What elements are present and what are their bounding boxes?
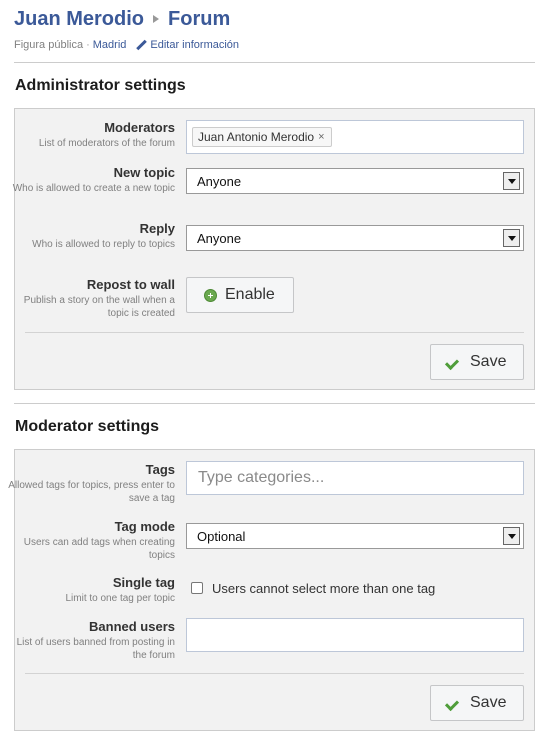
single-tag-checkbox[interactable]	[191, 582, 203, 594]
enable-button-label: Enable	[225, 286, 275, 303]
banned-users-input[interactable]	[186, 618, 524, 652]
single-tag-label-group: Single tag Limit to one tag per topic	[5, 575, 175, 605]
banned-users-desc: List of users banned from posting in the…	[16, 637, 175, 661]
page-subtitle: Figura pública · Madrid Editar informaci…	[14, 38, 534, 52]
repost-desc: Publish a story on the wall when a topic…	[23, 295, 175, 319]
moderator-save-button[interactable]: Save	[430, 685, 524, 721]
breadcrumb: Juan Merodio Forum	[14, 6, 534, 32]
panel-divider	[25, 332, 524, 333]
location-link[interactable]: Madrid	[93, 39, 127, 51]
new-topic-label-group: New topic Who is allowed to create a new…	[5, 165, 175, 195]
reply-label-group: Reply Who is allowed to reply to topics	[5, 221, 175, 251]
admin-settings-panel: Moderators List of moderators of the for…	[13, 108, 535, 390]
dropdown-arrow-icon[interactable]	[503, 229, 520, 247]
tags-label-group: Tags Allowed tags for topics, press ente…	[5, 462, 175, 505]
admin-settings-title: Administrator settings	[15, 77, 186, 94]
tags-placeholder: Type categories...	[198, 469, 325, 486]
moderators-input[interactable]: Juan Antonio Merodio ×	[186, 120, 524, 154]
edit-info-link[interactable]: Editar información	[150, 39, 239, 51]
panel-divider	[25, 673, 524, 674]
banned-users-label-group: Banned users List of users banned from p…	[5, 619, 175, 662]
admin-save-button[interactable]: Save	[430, 344, 524, 380]
reply-desc: Who is allowed to reply to topics	[32, 239, 175, 250]
reply-value: Anyone	[197, 230, 242, 246]
separator-dot: ·	[86, 39, 90, 51]
tag-mode-desc: Users can add tags when creating topics	[23, 537, 175, 561]
moderators-label: Moderators	[104, 120, 175, 135]
single-tag-label: Single tag	[112, 575, 175, 590]
tags-label: Tags	[145, 462, 175, 477]
new-topic-desc: Who is allowed to create a new topic	[12, 183, 175, 194]
tags-desc: Allowed tags for topics, press enter to …	[8, 480, 175, 504]
moderator-token-label: Juan Antonio Merodio	[198, 130, 315, 144]
tag-mode-label-group: Tag mode Users can add tags when creatin…	[5, 519, 175, 562]
moderator-token: Juan Antonio Merodio ×	[192, 127, 332, 147]
page-header: Juan Merodio Forum Figura pública · Madr…	[14, 6, 534, 52]
moderator-settings-title: Moderator settings	[15, 418, 160, 435]
breadcrumb-arrow-icon	[153, 15, 160, 23]
repost-label: Repost to wall	[86, 277, 175, 292]
banned-users-label: Banned users	[89, 619, 175, 634]
single-tag-checkbox-label[interactable]: Users cannot select more than one tag	[212, 581, 435, 596]
new-topic-select[interactable]: Anyone	[186, 168, 524, 194]
tag-mode-label: Tag mode	[114, 519, 175, 534]
remove-token-icon[interactable]: ×	[318, 131, 324, 143]
page-category: Figura pública	[14, 39, 84, 51]
new-topic-label: New topic	[113, 165, 175, 180]
enable-repost-button[interactable]: Enable	[186, 277, 294, 313]
reply-label: Reply	[139, 221, 175, 236]
divider-line	[14, 403, 535, 404]
save-button-label: Save	[470, 694, 507, 711]
repost-label-group: Repost to wall Publish a story on the wa…	[5, 277, 175, 320]
tag-mode-value: Optional	[197, 528, 246, 544]
save-button-label: Save	[470, 353, 507, 370]
page-name-link[interactable]: Juan Merodio	[14, 8, 144, 31]
checkmark-icon	[447, 356, 461, 368]
checkmark-icon	[447, 697, 461, 709]
plus-icon	[204, 288, 217, 302]
dropdown-arrow-icon[interactable]	[503, 172, 520, 190]
divider-line	[14, 62, 535, 63]
tag-mode-select[interactable]: Optional	[186, 523, 524, 549]
dropdown-arrow-icon[interactable]	[503, 527, 520, 545]
moderators-desc: List of moderators of the forum	[38, 138, 175, 149]
tags-input[interactable]: Type categories...	[186, 461, 524, 495]
page-title: Forum	[168, 7, 231, 30]
pencil-icon	[136, 40, 147, 51]
moderators-label-group: Moderators List of moderators of the for…	[5, 120, 175, 150]
reply-select[interactable]: Anyone	[186, 225, 524, 251]
moderator-settings-panel: Tags Allowed tags for topics, press ente…	[8, 449, 535, 731]
new-topic-value: Anyone	[197, 173, 242, 189]
single-tag-desc: Limit to one tag per topic	[65, 593, 175, 604]
